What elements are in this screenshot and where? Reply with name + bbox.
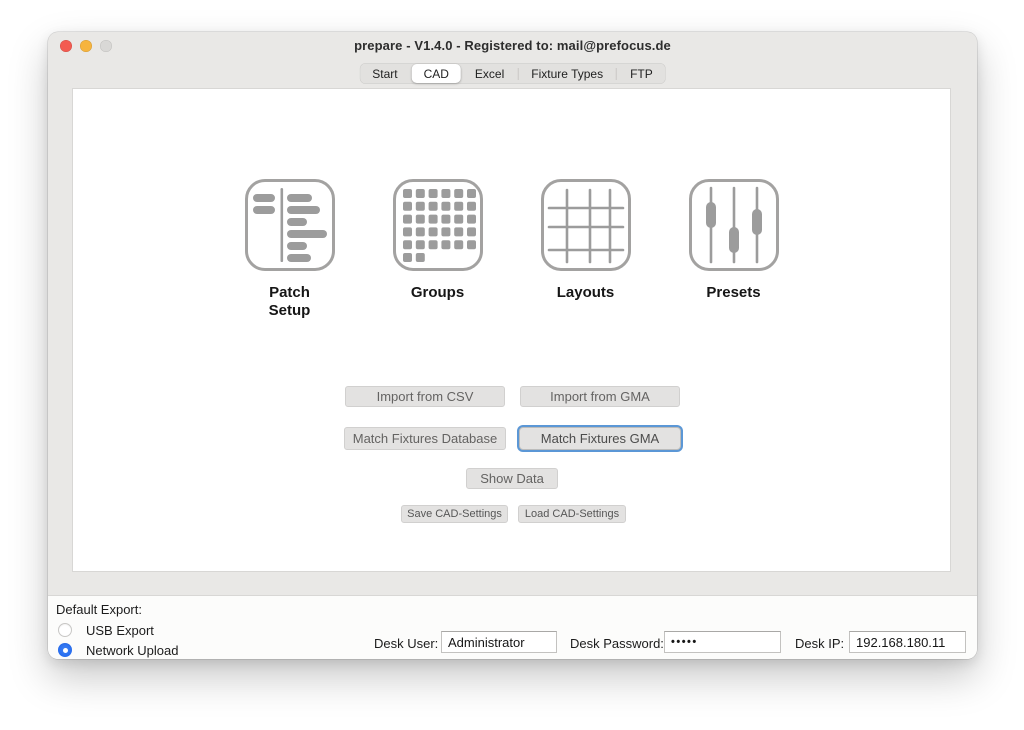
layouts-icon — [541, 179, 631, 271]
match-fixtures-database-button[interactable]: Match Fixtures Database — [344, 427, 506, 450]
tile-patch-setup-label: Patch Setup — [258, 284, 322, 320]
footer-bar: Default Export: USB Export Network Uploa… — [48, 595, 977, 659]
patch-setup-icon — [245, 179, 335, 271]
tab-start[interactable]: Start — [359, 63, 410, 84]
default-export-label: Default Export: — [56, 602, 142, 617]
tile-presets-label: Presets — [702, 284, 766, 302]
presets-icon — [689, 179, 779, 271]
tab-ftp[interactable]: FTP — [617, 63, 666, 84]
tab-cad[interactable]: CAD — [412, 64, 461, 83]
desk-user-label: Desk User: — [374, 636, 438, 651]
tab-ftp-label: FTP — [630, 67, 653, 81]
show-data-button[interactable]: Show Data — [466, 468, 558, 489]
load-cad-settings-button[interactable]: Load CAD-Settings — [518, 505, 626, 523]
desk-ip-input[interactable] — [849, 631, 966, 653]
groups-icon — [393, 179, 483, 271]
radio-network-upload-label: Network Upload — [86, 643, 179, 658]
tab-cad-label: CAD — [424, 67, 449, 81]
desk-user-input[interactable] — [441, 631, 557, 653]
tab-excel-label: Excel — [475, 67, 504, 81]
patch-setup-icon — [248, 182, 332, 268]
desk-ip-label: Desk IP: — [795, 636, 844, 651]
layouts-icon — [544, 182, 628, 268]
tile-layouts-label: Layouts — [554, 284, 618, 302]
cad-tab-panel: Patch Setup — [72, 88, 951, 572]
desk-password-input[interactable] — [664, 631, 781, 653]
titlebar: prepare - V1.4.0 - Registered to: mail@p… — [48, 32, 977, 60]
tab-start-label: Start — [372, 67, 397, 81]
tab-excel[interactable]: Excel — [462, 63, 517, 84]
radio-network-upload[interactable] — [58, 643, 72, 657]
tab-bar: Start CAD Excel Fixture Types FTP — [359, 63, 666, 84]
import-from-csv-button[interactable]: Import from CSV — [345, 386, 505, 407]
import-from-gma-button[interactable]: Import from GMA — [520, 386, 680, 407]
presets-icon — [692, 182, 776, 268]
match-fixtures-gma-button[interactable]: Match Fixtures GMA — [519, 427, 681, 450]
desk-password-label: Desk Password: — [570, 636, 664, 651]
tile-presets[interactable]: Presets — [660, 179, 808, 320]
window-title: prepare - V1.4.0 - Registered to: mail@p… — [48, 38, 977, 53]
tab-fixture-types-label: Fixture Types — [531, 67, 603, 81]
app-window: prepare - V1.4.0 - Registered to: mail@p… — [48, 32, 977, 659]
tile-groups[interactable]: Groups — [364, 179, 512, 320]
tile-patch-setup[interactable]: Patch Setup — [216, 179, 364, 320]
groups-icon — [396, 182, 480, 268]
radio-usb-export-label: USB Export — [86, 623, 154, 638]
tab-fixture-types[interactable]: Fixture Types — [518, 63, 616, 84]
radio-usb-export[interactable] — [58, 623, 72, 637]
tile-groups-label: Groups — [406, 284, 470, 302]
tiles-row: Patch Setup — [73, 179, 950, 320]
save-cad-settings-button[interactable]: Save CAD-Settings — [401, 505, 508, 523]
tile-layouts[interactable]: Layouts — [512, 179, 660, 320]
